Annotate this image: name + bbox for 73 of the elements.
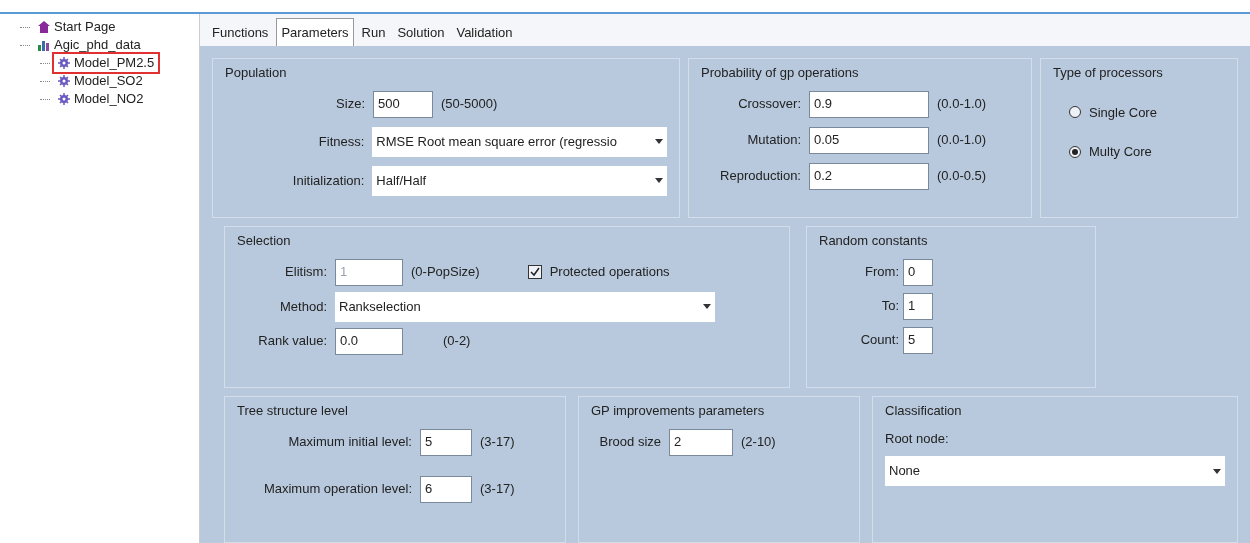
range-hint: (0.0-0.5)	[937, 167, 987, 186]
gear-icon	[58, 75, 70, 87]
house-icon	[38, 21, 50, 33]
dropdown-arrow-icon	[703, 304, 711, 309]
input-field[interactable]: 0.9	[809, 90, 929, 118]
range-hint: (0-PopSize)	[411, 263, 480, 282]
gear-icon	[58, 93, 70, 105]
dropdown[interactable]: None	[885, 456, 1225, 486]
checkbox[interactable]	[527, 265, 542, 279]
group-title: Probability of gp operations	[701, 64, 859, 82]
group-title: Classification	[885, 402, 962, 420]
range-hint: (2-10)	[741, 433, 776, 452]
tab[interactable]: Solution	[393, 18, 449, 46]
tab[interactable]: Functions	[208, 18, 273, 46]
dropdown-arrow-icon	[655, 139, 663, 144]
field-label: Mutation:	[746, 131, 801, 150]
field-label: Elitism:	[284, 263, 327, 282]
field-label: Count:	[859, 331, 899, 350]
input-field[interactable]: 2	[669, 428, 733, 456]
field-label: Size:	[335, 95, 365, 114]
field-label: From:	[864, 263, 899, 282]
radio-button[interactable]	[1069, 145, 1081, 158]
radio-label: Multy Core	[1089, 143, 1152, 161]
dropdown[interactable]: Rankselection	[335, 291, 715, 322]
group-title: Type of processors	[1053, 64, 1163, 82]
tree-item[interactable]: Model_SO2	[54, 72, 147, 90]
group-title: GP improvements parameters	[591, 402, 765, 420]
radio-label: Single Core	[1089, 103, 1157, 122]
group-title: Random constants	[819, 232, 928, 250]
checkbox-label: Protected operations	[549, 263, 670, 282]
group-title: Population	[225, 64, 287, 82]
range-hint: (3-17)	[480, 480, 515, 499]
field-label: Initialization:	[291, 171, 365, 190]
input-field[interactable]: 5	[903, 326, 933, 354]
tab[interactable]: Validation	[452, 18, 517, 46]
field-label: Method:	[279, 297, 327, 316]
field-label: Maximum operation level:	[262, 480, 412, 499]
dropdown-arrow-icon	[1213, 468, 1221, 474]
input-field[interactable]: 500	[373, 90, 433, 118]
range-hint: (0.0-1.0)	[937, 95, 987, 114]
tree-item[interactable]: Start Page	[34, 18, 120, 36]
tab[interactable]: Parameters	[276, 17, 354, 46]
input-field[interactable]: 0.05	[809, 126, 929, 154]
group-title: Tree structure level	[237, 402, 348, 420]
field-label: Crossover:	[737, 95, 801, 114]
tree-item[interactable]: Model_PM2.5	[54, 54, 159, 72]
range-hint: (0-2)	[443, 332, 471, 351]
group-title: Selection	[237, 232, 291, 250]
database-icon	[38, 39, 50, 51]
tree-item[interactable]: Agic_phd_data	[34, 36, 145, 54]
field-label: Root node:	[885, 429, 949, 448]
input-field[interactable]: 0.2	[809, 162, 929, 190]
dropdown[interactable]: Half/Half	[372, 165, 667, 196]
input-field[interactable]: 0.0	[335, 327, 403, 355]
range-hint: (3-17)	[480, 433, 515, 452]
radio-button[interactable]	[1069, 106, 1081, 119]
field-label: Rank value:	[257, 332, 327, 351]
input-field[interactable]: 6	[420, 475, 472, 503]
gear-icon	[58, 57, 70, 69]
dropdown-arrow-icon	[655, 178, 663, 183]
field-label: Brood size	[598, 433, 661, 452]
tree-item[interactable]: Model_NO2	[54, 90, 148, 108]
field-label: To:	[880, 297, 899, 316]
input-field[interactable]: 0	[903, 258, 933, 286]
input-field[interactable]: 5	[420, 428, 472, 456]
tab[interactable]: Run	[357, 18, 390, 46]
field-label: Fitness:	[317, 132, 365, 151]
field-label: Reproduction:	[719, 167, 801, 186]
input-field[interactable]: 1	[903, 292, 933, 320]
dropdown[interactable]: RMSE Root mean square error (regressio	[372, 126, 667, 157]
field-label: Maximum initial level:	[287, 433, 412, 452]
range-hint: (0.0-1.0)	[937, 131, 987, 150]
range-hint: (50-5000)	[441, 95, 498, 114]
